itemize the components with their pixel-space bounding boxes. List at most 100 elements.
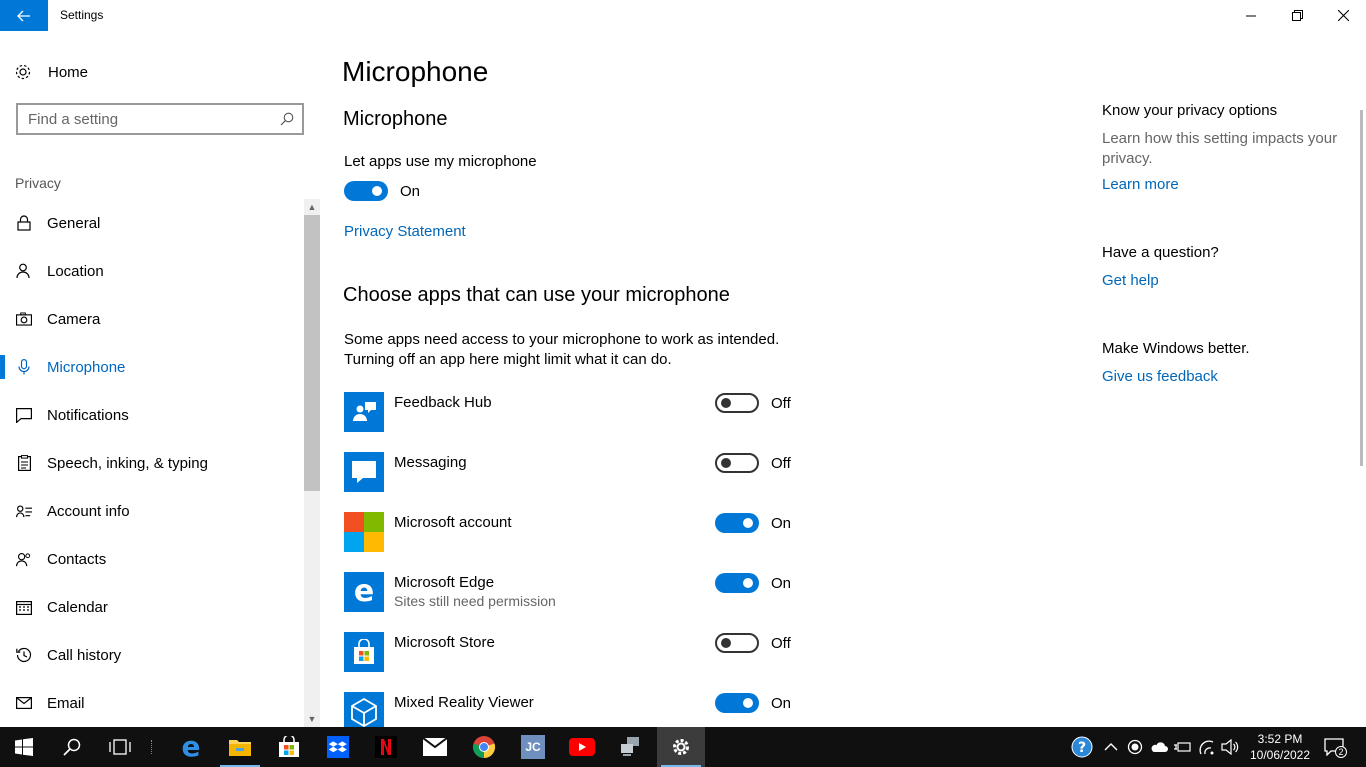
sidebar-item-contacts[interactable]: Contacts [0, 535, 304, 583]
sidebar-scrollbar[interactable]: ▲ ▼ [304, 199, 320, 727]
taskbar-store[interactable] [265, 727, 313, 767]
learn-more-link[interactable]: Learn more [1102, 176, 1179, 193]
title-bar: Settings [0, 0, 1366, 31]
app-row-microsoft-account: Microsoft account On [344, 512, 804, 552]
sidebar-item-email[interactable]: Email [0, 679, 304, 727]
sidebar-item-camera[interactable]: Camera [0, 295, 304, 343]
sidebar-item-notifications[interactable]: Notifications [0, 391, 304, 439]
netflix-icon [375, 736, 397, 758]
microsoft-account-toggle[interactable] [715, 513, 759, 533]
privacy-options-heading: Know your privacy options [1102, 102, 1278, 119]
close-button[interactable] [1320, 0, 1366, 31]
taskbar-settings[interactable] [657, 727, 705, 767]
help-tray-icon[interactable]: ? [1071, 736, 1093, 758]
master-microphone-toggle[interactable] [344, 181, 388, 201]
microsoft-edge-toggle[interactable] [715, 573, 759, 593]
store-icon [279, 736, 299, 757]
sidebar-item-label: Speech, inking, & typing [47, 454, 208, 472]
taskbar-chrome[interactable] [460, 727, 508, 767]
sidebar-item-calendar[interactable]: Calendar [0, 583, 304, 631]
app-name: Messaging [394, 454, 467, 471]
edge-icon: e [344, 572, 384, 612]
contacts-icon [16, 551, 32, 567]
main-scrollbar[interactable] [1360, 110, 1363, 466]
privacy-statement-link[interactable]: Privacy Statement [344, 223, 466, 240]
feedback-hub-toggle[interactable] [715, 393, 759, 413]
taskbar-dropbox[interactable] [314, 727, 362, 767]
mixed-reality-icon [344, 692, 384, 732]
toggle-state: Off [771, 455, 791, 472]
taskbar-mail[interactable] [411, 727, 459, 767]
gear-icon [15, 64, 31, 80]
taskbar-search-button[interactable] [48, 727, 96, 767]
mixed-reality-viewer-toggle[interactable] [715, 693, 759, 713]
sidebar-item-speech[interactable]: Speech, inking, & typing [0, 439, 304, 487]
master-toggle-label: Let apps use my microphone [344, 153, 537, 170]
sidebar-item-label: Account info [47, 502, 130, 520]
get-help-link[interactable]: Get help [1102, 272, 1159, 289]
restore-button[interactable] [1274, 0, 1320, 31]
minimize-icon [1246, 15, 1256, 16]
taskbar-edge[interactable]: e [167, 727, 215, 767]
clock-time: 3:52 PM [1257, 732, 1303, 746]
taskbar: e JC ? 3:52 PM 10/06/2022 2 [0, 727, 1366, 767]
app-name: Microsoft account [394, 514, 512, 531]
master-toggle-state: On [400, 183, 421, 200]
minimize-button[interactable] [1228, 0, 1274, 31]
search-box[interactable] [16, 103, 304, 135]
description-line: Turning off an app here might limit what… [344, 351, 672, 368]
back-button[interactable] [0, 0, 48, 31]
sidebar-item-label: Location [47, 262, 104, 280]
lock-icon [16, 215, 32, 231]
sidebar-item-label: General [47, 214, 101, 232]
section-label-privacy: Privacy [15, 175, 61, 191]
sidebar-item-label: Camera [47, 310, 101, 328]
restore-icon [1291, 10, 1303, 21]
close-icon [1337, 10, 1349, 21]
network-tool-icon [621, 737, 639, 756]
sidebar-item-call-history[interactable]: Call history [0, 631, 304, 679]
wifi-icon[interactable] [1197, 737, 1217, 757]
app-name: Mixed Reality Viewer [394, 694, 534, 711]
section-title-microphone: Microphone [343, 108, 448, 130]
scroll-up-icon[interactable]: ▲ [304, 200, 320, 214]
taskbar-clock[interactable]: 3:52 PM 10/06/2022 [1244, 731, 1316, 763]
store-icon [344, 632, 384, 672]
battery-plug-icon[interactable] [1172, 737, 1192, 757]
start-button[interactable] [0, 727, 48, 767]
action-center-button[interactable]: 2 [1322, 736, 1347, 758]
toggle-state: On [771, 575, 792, 592]
sidebar-item-general[interactable]: General [0, 199, 304, 247]
sidebar-item-microphone[interactable]: Microphone [0, 343, 304, 391]
toggle-state: On [771, 515, 792, 532]
scroll-down-icon[interactable]: ▼ [304, 712, 320, 726]
sidebar-scrollbar-thumb[interactable] [304, 215, 320, 491]
messaging-toggle[interactable] [715, 453, 759, 473]
record-tray-icon[interactable] [1125, 737, 1145, 757]
history-icon [16, 647, 32, 663]
taskbar-network-tool[interactable] [607, 727, 655, 767]
home-label: Home [48, 63, 89, 81]
taskbar-file-explorer[interactable] [216, 727, 264, 767]
search-input[interactable] [28, 110, 268, 128]
taskbar-jc-app[interactable]: JC [509, 727, 557, 767]
taskbar-youtube[interactable] [558, 727, 606, 767]
description-line: Some apps need access to your microphone… [344, 331, 780, 348]
jc-app-icon: JC [521, 735, 545, 759]
sidebar-item-location[interactable]: Location [0, 247, 304, 295]
show-hidden-icons-chevron-icon[interactable] [1101, 737, 1121, 757]
person-location-icon [16, 263, 32, 279]
account-info-icon [16, 503, 32, 519]
task-view-button[interactable] [96, 727, 144, 767]
page-title: Microphone [342, 56, 489, 87]
give-feedback-link[interactable]: Give us feedback [1102, 368, 1218, 385]
volume-icon[interactable] [1220, 737, 1240, 757]
sidebar-item-account-info[interactable]: Account info [0, 487, 304, 535]
toggle-state: On [771, 695, 792, 712]
sidebar-item-home[interactable]: Home [14, 61, 88, 83]
microsoft-store-toggle[interactable] [715, 633, 759, 653]
taskbar-netflix[interactable] [362, 727, 410, 767]
onedrive-cloud-icon[interactable] [1149, 737, 1169, 757]
edge-icon: e [181, 730, 201, 763]
messaging-icon [344, 452, 384, 492]
